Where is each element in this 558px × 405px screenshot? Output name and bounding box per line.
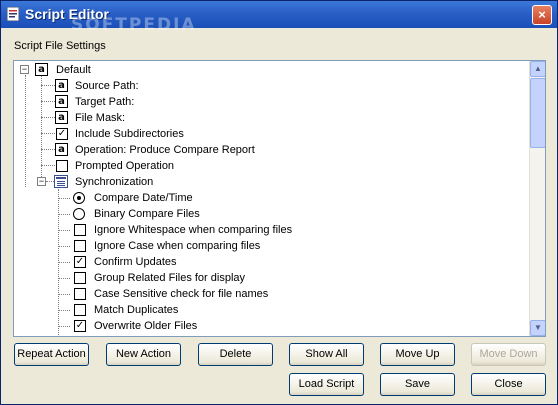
tree-item-label: Overwrite Older Files: [94, 320, 198, 332]
tree-connector: [58, 310, 70, 311]
confirm-updates-checkbox[interactable]: ✓: [74, 256, 86, 268]
delete-button[interactable]: Delete: [198, 343, 273, 366]
tree-vertical-scrollbar[interactable]: ▲ ▼: [529, 61, 545, 336]
app-icon: [7, 7, 19, 21]
text-setting-icon: a: [55, 111, 68, 124]
move-up-button[interactable]: Move Up: [380, 343, 455, 366]
compare-date-time-radio[interactable]: [73, 192, 85, 204]
tree-item-group-related-files[interactable]: Group Related Files for display: [14, 270, 524, 286]
tree-node-default[interactable]: − a Default: [14, 62, 524, 78]
move-down-button[interactable]: Move Down: [471, 343, 546, 366]
tree-connector: [58, 246, 70, 247]
tree-connector: [58, 230, 70, 231]
tree-item-label: Target Path:: [75, 96, 135, 108]
tree-item-label: Binary Compare Files: [94, 208, 200, 220]
tree-item-label: Group Related Files for display: [94, 272, 246, 284]
tree-item-label: Operation: Produce Compare Report: [75, 144, 255, 156]
tree-connector: [58, 294, 70, 295]
tree-node-label: Default: [56, 64, 91, 76]
tree-item-match-duplicates[interactable]: Match Duplicates: [14, 302, 524, 318]
tree-item-label: File Mask:: [75, 112, 126, 124]
text-setting-icon: a: [55, 143, 68, 156]
tree-item-ignore-case[interactable]: Ignore Case when comparing files: [14, 238, 524, 254]
tree-item-label: Ignore Case when comparing files: [94, 240, 261, 252]
repeat-action-button[interactable]: Repeat Action: [14, 343, 89, 366]
tree-connector: [58, 326, 70, 327]
tree-node-label: Synchronization: [75, 176, 154, 188]
tree-item-case-sensitive[interactable]: Case Sensitive check for file names: [14, 286, 524, 302]
tree-item-operation[interactable]: a Operation: Produce Compare Report: [14, 142, 524, 158]
tree-item-label: Source Path:: [75, 80, 139, 92]
tree-connector: [58, 198, 70, 199]
script-editor-window: Script Editor SOFTPEDIA × Script File Se…: [0, 0, 558, 405]
tree-item-target-path[interactable]: a Target Path:: [14, 94, 524, 110]
list-icon: [54, 175, 68, 188]
tree-item-confirm-updates[interactable]: ✓ Confirm Updates: [14, 254, 524, 270]
binary-compare-radio[interactable]: [73, 208, 85, 220]
ignore-case-checkbox[interactable]: [74, 240, 86, 252]
scroll-thumb[interactable]: [530, 78, 545, 148]
tree-connector: [58, 262, 70, 263]
tree-item-label: Prompted Operation: [75, 160, 175, 172]
tree-item-compare-date-time[interactable]: Compare Date/Time: [14, 190, 524, 206]
case-sensitive-checkbox[interactable]: [74, 288, 86, 300]
tree-item-label: Ignore Whitespace when comparing files: [94, 224, 293, 236]
tree-item-prompted-operation[interactable]: Prompted Operation: [14, 158, 524, 174]
text-setting-icon: a: [35, 63, 48, 76]
overwrite-older-checkbox[interactable]: ✓: [74, 320, 86, 332]
save-button[interactable]: Save: [380, 373, 455, 396]
tree-item-ignore-whitespace[interactable]: Ignore Whitespace when comparing files: [14, 222, 524, 238]
tree-item-file-mask[interactable]: a File Mask:: [14, 110, 524, 126]
tree-node-synchronization[interactable]: − Synchronization: [14, 174, 524, 190]
close-button[interactable]: Close: [471, 373, 546, 396]
prompted-operation-checkbox[interactable]: [56, 160, 68, 172]
include-subdirectories-checkbox[interactable]: ✓: [56, 128, 68, 140]
load-script-button[interactable]: Load Script: [289, 373, 364, 396]
tree-item-label: Compare Date/Time: [94, 192, 193, 204]
tree-item-label: Include Subdirectories: [75, 128, 184, 140]
match-duplicates-checkbox[interactable]: [74, 304, 86, 316]
title-bar[interactable]: Script Editor SOFTPEDIA ×: [1, 1, 557, 35]
tree-connector: [58, 214, 70, 215]
collapse-default-expander[interactable]: −: [20, 65, 29, 74]
scroll-up-button[interactable]: ▲: [530, 61, 545, 77]
tree-item-overwrite-older[interactable]: ✓ Overwrite Older Files: [14, 318, 524, 334]
watermark: SOFTPEDIA: [71, 15, 197, 35]
tree-item-include-subdirectories[interactable]: ✓ Include Subdirectories: [14, 126, 524, 142]
show-all-button[interactable]: Show All: [289, 343, 364, 366]
ignore-whitespace-checkbox[interactable]: [74, 224, 86, 236]
scroll-down-button[interactable]: ▼: [530, 320, 545, 336]
tree-item-label: Match Duplicates: [94, 304, 179, 316]
tree-item-label: Case Sensitive check for file names: [94, 288, 269, 300]
tree-connector: [58, 278, 70, 279]
close-window-button[interactable]: ×: [532, 5, 552, 25]
settings-tree[interactable]: − a Default a Source Path: a Target Path…: [13, 60, 546, 337]
collapse-synchronization-expander[interactable]: −: [37, 177, 46, 186]
tree-item-binary-compare[interactable]: Binary Compare Files: [14, 206, 524, 222]
tree-item-label: Confirm Updates: [94, 256, 177, 268]
text-setting-icon: a: [55, 79, 68, 92]
text-setting-icon: a: [55, 95, 68, 108]
new-action-button[interactable]: New Action: [106, 343, 181, 366]
group-related-files-checkbox[interactable]: [74, 272, 86, 284]
script-file-settings-label: Script File Settings: [14, 40, 106, 52]
tree-item-source-path[interactable]: a Source Path:: [14, 78, 524, 94]
